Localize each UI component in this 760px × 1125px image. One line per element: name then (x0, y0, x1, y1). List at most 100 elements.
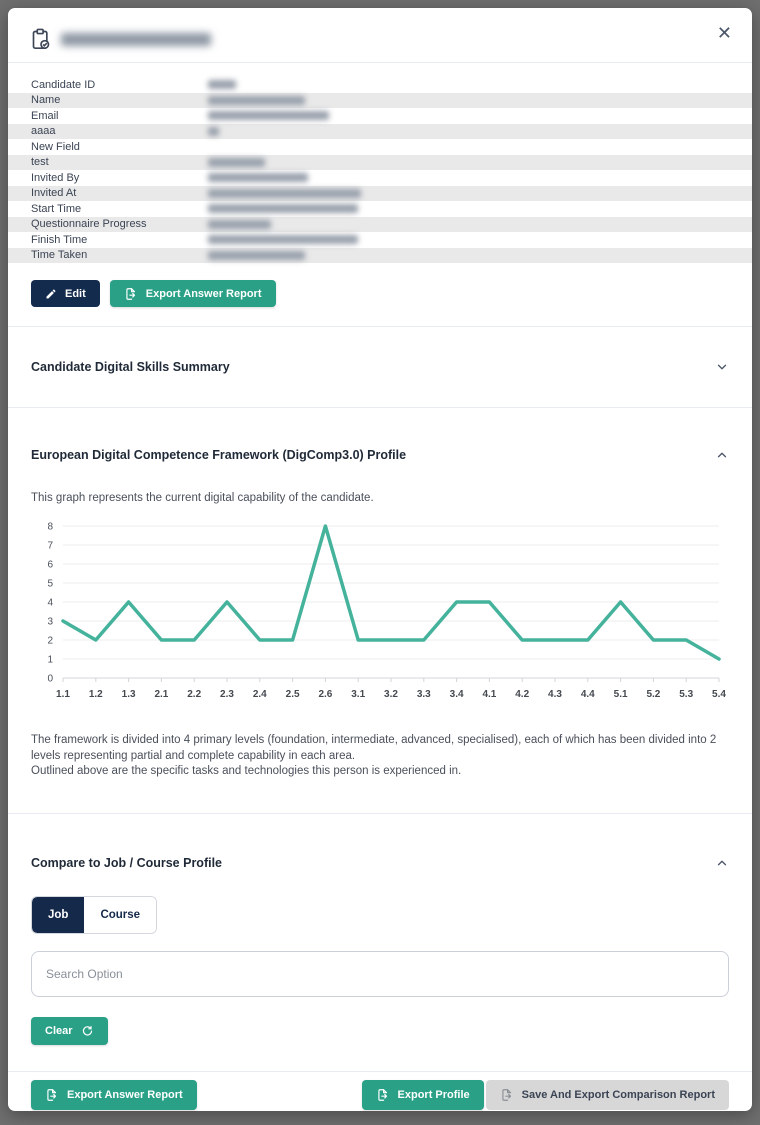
svg-text:6: 6 (47, 560, 53, 571)
field-label: Finish Time (31, 233, 88, 246)
svg-text:5.3: 5.3 (679, 689, 693, 700)
svg-text:3.3: 3.3 (417, 689, 431, 700)
redacted-value (208, 219, 271, 229)
reset-icon (82, 1026, 92, 1036)
modal-header: ✕ (8, 8, 752, 63)
field-label: Email (31, 109, 59, 122)
svg-text:2.5: 2.5 (286, 689, 300, 700)
clear-button[interactable]: Clear (31, 1016, 108, 1045)
export-profile-label: Export Profile (397, 1088, 470, 1101)
compare-title: Compare to Job / Course Profile (31, 855, 223, 870)
redacted-value (208, 111, 329, 121)
table-row: Questionnaire Progress (8, 216, 752, 232)
svg-text:8: 8 (47, 522, 53, 533)
table-row: Time Taken (8, 247, 752, 263)
compare-header[interactable]: Compare to Job / Course Profile (31, 814, 729, 870)
svg-text:5.2: 5.2 (646, 689, 660, 700)
table-row: Invited At (8, 185, 752, 201)
svg-text:4.2: 4.2 (515, 689, 529, 700)
table-row: Finish Time (8, 232, 752, 248)
digcomp-description: This graph represents the current digita… (31, 492, 374, 504)
table-row: Candidate ID (8, 77, 752, 93)
export-document-icon (126, 287, 135, 300)
redacted-value (208, 250, 305, 260)
field-label: New Field (31, 140, 80, 153)
svg-text:5: 5 (47, 579, 53, 590)
svg-text:2.3: 2.3 (220, 689, 234, 700)
svg-text:3.4: 3.4 (450, 689, 464, 700)
field-label: Start Time (31, 202, 82, 215)
job-course-toggle: Job Course (31, 895, 158, 934)
digcomp-chart-svg: 0 1 2 3 4 5 6 7 8 1.1 1.2 1.3 2.1 2.2 2.3 2.4 2.5 2.6 3.1 3… (47, 522, 726, 701)
svg-text:4.3: 4.3 (548, 689, 562, 700)
svg-text:1.1: 1.1 (56, 689, 70, 700)
svg-text:1.2: 1.2 (89, 689, 103, 700)
svg-text:1: 1 (47, 655, 53, 666)
field-value (208, 80, 729, 90)
digcomp-header[interactable]: European Digital Competence Framework (D… (31, 408, 729, 462)
digcomp-footnote: The framework is divided into 4 primary … (31, 733, 729, 780)
redacted-value (208, 126, 219, 136)
export-document-icon (47, 1089, 57, 1101)
field-value (208, 95, 729, 105)
detail-actions: Edit Export Answer Report (8, 263, 752, 307)
edit-button-label: Edit (65, 287, 86, 300)
field-value (208, 111, 729, 121)
save-and-export-comparison-button[interactable]: Save And Export Comparison Report (485, 1079, 729, 1110)
tab-course[interactable]: Course (84, 896, 157, 933)
skills-summary-header[interactable]: Candidate Digital Skills Summary (31, 327, 729, 374)
svg-text:5.1: 5.1 (614, 689, 628, 700)
field-value (208, 157, 729, 167)
field-label: Time Taken (31, 249, 88, 262)
field-label: Invited By (31, 171, 80, 184)
redacted-value (208, 80, 236, 90)
svg-text:3.2: 3.2 (384, 689, 398, 700)
field-label: Candidate ID (31, 78, 96, 91)
clipboard-icon (32, 28, 50, 49)
field-value (208, 204, 729, 214)
footnote-line-1: The framework is divided into 4 primary … (31, 734, 717, 762)
field-value (208, 173, 729, 183)
footer-export-answer-report-label: Export Answer Report (67, 1088, 183, 1101)
redacted-value (208, 157, 265, 167)
redacted-value (208, 173, 308, 183)
field-label: Invited At (31, 187, 77, 200)
search-option-input[interactable] (31, 950, 729, 997)
svg-text:2.6: 2.6 (318, 689, 332, 700)
svg-text:7: 7 (47, 541, 53, 552)
svg-text:4.4: 4.4 (581, 689, 595, 700)
footer-export-answer-report-button[interactable]: Export Answer Report (31, 1079, 197, 1110)
table-row: aaaa (8, 123, 752, 139)
redacted-value (208, 235, 358, 245)
field-value (208, 219, 729, 229)
skills-summary-title: Candidate Digital Skills Summary (31, 360, 230, 374)
export-answer-report-button[interactable]: Export Answer Report (109, 280, 276, 307)
save-and-export-comparison-label: Save And Export Comparison Report (521, 1088, 715, 1101)
field-value (208, 188, 729, 198)
svg-text:3.1: 3.1 (351, 689, 365, 700)
chevron-up-icon[interactable] (715, 448, 729, 462)
chevron-up-icon[interactable] (715, 856, 729, 870)
section-skills-summary: Candidate Digital Skills Summary (8, 327, 752, 407)
export-profile-button[interactable]: Export Profile (361, 1079, 484, 1110)
candidate-details-table: Candidate ID Name Email aaaa New Field test In… (8, 77, 752, 263)
candidate-name-redacted (61, 32, 211, 46)
svg-text:2: 2 (47, 636, 53, 647)
svg-text:4.1: 4.1 (482, 689, 496, 700)
field-value (208, 235, 729, 245)
chevron-down-icon[interactable] (715, 360, 729, 374)
table-row: Email (8, 108, 752, 124)
field-value (208, 250, 729, 260)
export-document-icon (501, 1089, 511, 1101)
svg-text:4: 4 (47, 598, 53, 609)
digcomp-title: European Digital Competence Framework (D… (31, 448, 407, 462)
close-icon[interactable]: ✕ (717, 24, 732, 42)
svg-text:2.2: 2.2 (187, 689, 201, 700)
clear-button-label: Clear (45, 1024, 73, 1037)
edit-button[interactable]: Edit (31, 280, 100, 307)
field-label: test (31, 156, 49, 169)
footnote-line-2: Outlined above are the specific tasks an… (31, 765, 462, 778)
table-row: test (8, 154, 752, 170)
tab-job[interactable]: Job (32, 896, 85, 933)
pencil-icon (46, 288, 56, 298)
